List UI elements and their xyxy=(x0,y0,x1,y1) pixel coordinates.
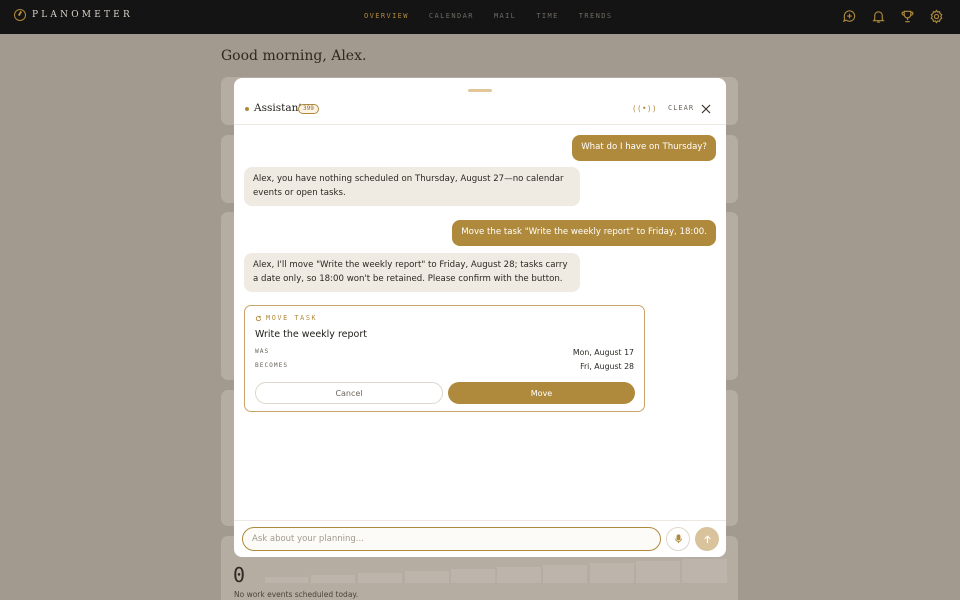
chat-input[interactable] xyxy=(242,527,661,551)
task-title: Write the weekly report xyxy=(255,329,367,340)
microphone-icon xyxy=(674,534,682,544)
becomes-label: BECOMES xyxy=(255,362,289,369)
move-task-label-text: MOVE TASK xyxy=(266,314,318,322)
trophy-icon[interactable] xyxy=(900,9,915,24)
top-navigation-bar: PLANOMETER OVERVIEW CALENDAR MAIL TIME T… xyxy=(0,0,960,34)
page-greeting: Good morning, Alex. xyxy=(221,48,367,64)
assistant-header: Assistant 399 ((•)) CLEAR xyxy=(234,94,726,125)
assistant-title: Assistant xyxy=(254,102,303,114)
arrow-up-icon xyxy=(703,534,711,543)
move-button[interactable]: Move xyxy=(448,382,635,404)
bar xyxy=(543,565,587,583)
main-nav: OVERVIEW CALENDAR MAIL TIME TRENDS xyxy=(364,12,612,20)
cancel-button[interactable]: Cancel xyxy=(255,382,443,404)
move-task-card: MOVE TASK Write the weekly report WAS Mo… xyxy=(244,305,645,412)
assistant-icon[interactable] xyxy=(842,9,857,24)
bar xyxy=(451,569,495,583)
logo-icon xyxy=(14,9,26,21)
nav-item-calendar[interactable]: CALENDAR xyxy=(429,12,474,20)
status-dot-icon xyxy=(245,107,249,111)
chat-input-area xyxy=(234,520,726,557)
drag-handle[interactable] xyxy=(468,89,492,92)
refresh-icon xyxy=(255,315,262,321)
was-label: WAS xyxy=(255,348,270,355)
app-name: PLANOMETER xyxy=(32,10,133,20)
send-button[interactable] xyxy=(695,527,719,551)
bar xyxy=(590,563,634,583)
bar xyxy=(497,567,541,583)
user-message: What do I have on Thursday? xyxy=(572,135,716,161)
nav-item-overview[interactable]: OVERVIEW xyxy=(364,12,409,20)
bar xyxy=(636,561,680,583)
becomes-value: Fri, August 28 xyxy=(580,362,634,371)
microphone-button[interactable] xyxy=(666,527,690,551)
work-events-count: 0 xyxy=(233,563,246,587)
move-task-label: MOVE TASK xyxy=(255,314,317,322)
nav-item-mail[interactable]: MAIL xyxy=(494,12,516,20)
bell-icon[interactable] xyxy=(871,9,886,24)
app-logo[interactable]: PLANOMETER xyxy=(14,9,133,21)
nav-item-time[interactable]: TIME xyxy=(536,12,558,20)
gear-icon[interactable] xyxy=(929,9,944,24)
bar xyxy=(311,575,355,583)
bar xyxy=(682,559,727,583)
voice-toggle-button[interactable]: ((•)) xyxy=(632,104,657,113)
bar xyxy=(405,571,449,583)
work-events-note: No work events scheduled today. xyxy=(234,590,359,599)
assistant-modal: Assistant 399 ((•)) CLEAR What do I have… xyxy=(234,78,726,557)
assistant-message: Alex, I'll move "Write the weekly report… xyxy=(244,253,580,292)
top-icons xyxy=(842,9,944,24)
bar xyxy=(358,573,402,583)
user-message: Move the task "Write the weekly report" … xyxy=(452,220,716,246)
nav-item-trends[interactable]: TRENDS xyxy=(579,12,613,20)
was-value: Mon, August 17 xyxy=(572,348,634,357)
work-events-bars xyxy=(265,558,727,583)
assistant-message: Alex, you have nothing scheduled on Thur… xyxy=(244,167,580,206)
clear-button[interactable]: CLEAR xyxy=(668,104,694,112)
close-icon[interactable] xyxy=(700,103,712,115)
count-badge: 399 xyxy=(298,104,319,114)
bar xyxy=(265,577,308,583)
